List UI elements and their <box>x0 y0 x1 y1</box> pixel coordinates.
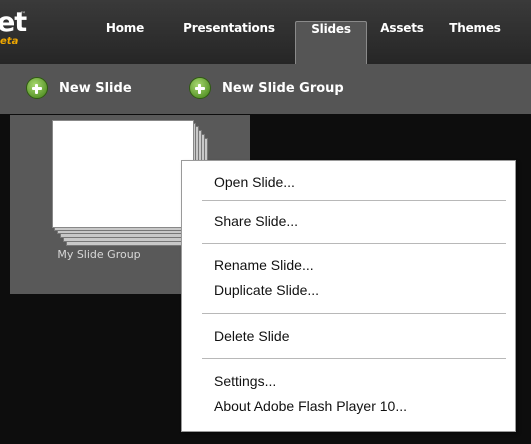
logo-beta-badge: eta <box>0 36 19 47</box>
menu-item-share-slide[interactable]: Share Slide... <box>214 213 298 229</box>
menu-item-delete-slide[interactable]: Delete Slide <box>214 328 290 344</box>
tab-themes[interactable]: Themes <box>435 21 515 64</box>
action-toolbar: New Slide New Slide Group <box>0 64 531 114</box>
slide-thumbnail <box>52 120 194 228</box>
tab-presentations[interactable]: Presentations <box>166 21 292 64</box>
new-slide-group-label: New Slide Group <box>222 80 344 96</box>
tab-assets[interactable]: Assets <box>369 21 435 64</box>
logo-trademark: ™ <box>20 11 26 18</box>
context-menu: Open Slide... Share Slide... Rename Slid… <box>181 160 516 432</box>
menu-separator <box>202 358 506 359</box>
menu-item-open-slide[interactable]: Open Slide... <box>214 174 295 190</box>
app-logo[interactable]: et ™ eta <box>0 7 30 47</box>
plus-circle-icon <box>26 77 48 99</box>
new-slide-group-button[interactable]: New Slide Group <box>189 76 344 100</box>
new-slide-label: New Slide <box>59 80 132 96</box>
plus-circle-icon <box>189 77 211 99</box>
menu-item-about-flash-player[interactable]: About Adobe Flash Player 10... <box>214 398 407 414</box>
slide-group-label: My Slide Group <box>57 248 141 261</box>
menu-separator <box>202 243 506 244</box>
menu-item-duplicate-slide[interactable]: Duplicate Slide... <box>214 282 319 298</box>
menu-item-settings[interactable]: Settings... <box>214 373 276 389</box>
menu-separator <box>202 200 506 201</box>
menu-separator <box>202 313 506 314</box>
menu-item-rename-slide[interactable]: Rename Slide... <box>214 257 314 273</box>
top-navigation-bar: et ™ eta Home Presentations Slides Asset… <box>0 0 531 64</box>
tab-slides[interactable]: Slides <box>295 21 367 64</box>
new-slide-button[interactable]: New Slide <box>26 76 132 100</box>
tab-home[interactable]: Home <box>85 21 165 64</box>
